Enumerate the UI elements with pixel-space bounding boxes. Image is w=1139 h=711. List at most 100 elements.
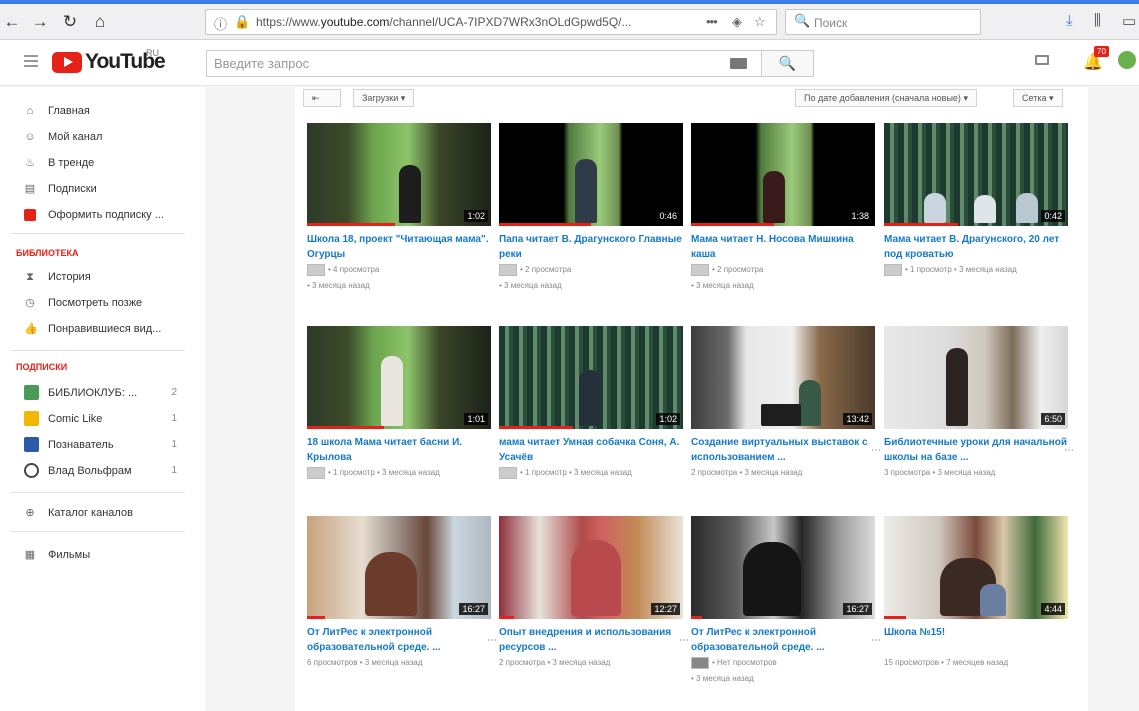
video-thumbnail[interactable]: 1:02 [499,326,683,429]
video-thumbnail[interactable]: 0:46 [499,123,683,226]
video-thumbnail[interactable]: 0:42 [884,123,1068,226]
sidebar-item-history[interactable]: ⧗ История [24,268,199,288]
view-dropdown[interactable]: Сетка ▾ [1013,89,1063,107]
video-title[interactable]: Папа читает В. Драгунского Главные реки [499,232,683,262]
back-icon[interactable]: ← [0,10,24,34]
video-title[interactable]: мама читает Умная собачка Соня, А. Усачё… [499,435,683,465]
sidebar-item-trending[interactable]: ♨ В тренде [24,154,199,174]
menu-icon[interactable] [24,55,38,67]
video-card[interactable]: 16:27 От ЛитРес к электронной образовате… [307,516,497,671]
video-thumbnail[interactable]: 1:02 [307,123,491,226]
video-card[interactable]: 0:42 Мама читает В. Драгунского, 20 лет … [884,123,1068,278]
video-card[interactable]: 1:01 18 школа Мама читает басни И. Крыло… [307,326,491,481]
video-meta-row: 2 просмотра • 3 месяца назад [691,468,803,477]
more-actions-icon[interactable]: ⋯ [871,635,881,646]
home-browser-icon[interactable]: ⌂ [88,10,112,34]
search-button[interactable]: 🔍 [762,50,814,77]
forward-icon[interactable]: → [28,10,52,34]
video-thumbnail[interactable]: 1:38 [691,123,875,226]
film-icon: ▦ [24,549,36,561]
video-thumbnail[interactable]: 13:42 [691,326,875,429]
video-thumbnail[interactable]: 6:50 [884,326,1068,429]
plus-circle-icon: ⊕ [25,507,35,519]
sidebar-item-liked[interactable]: 👍 Понравившиеся вид... [24,320,199,340]
video-views-row: • 2 просмотра [499,262,683,278]
channel-avatar [307,466,325,479]
video-title[interactable]: Школа №15! [884,625,1068,655]
lock-icon[interactable]: 🔒 [234,14,250,30]
clock-icon: ◷ [25,297,35,309]
page-actions-icon[interactable]: ••• [706,14,718,29]
video-card[interactable]: 1:02 Школа 18, проект "Читающая мама". О… [307,123,491,294]
channel-avatar [499,466,517,479]
video-thumbnail[interactable]: 16:27 [691,516,875,619]
sidebar-divider [10,531,185,532]
video-duration: 1:02 [464,210,488,222]
library-icon[interactable]: ⫼ [1094,12,1101,29]
video-title[interactable]: Библиотечные уроки для начальной школы н… [884,435,1068,465]
video-card[interactable]: 12:27 Опыт внедрения и использования рес… [499,516,689,671]
pocket-icon[interactable]: ◈ [732,14,742,30]
video-duration: 1:38 [848,210,872,222]
browser-search-icon: 🔍 [794,13,811,28]
channel-avatar [307,263,325,276]
video-thumbnail[interactable]: 1:01 [307,326,491,429]
sort-dropdown[interactable]: По дате добавления (сначала новые) ▾ [795,89,977,107]
sidebar-subscription-vlad[interactable]: Влад Вольфрам 1 [24,462,199,482]
video-title[interactable]: Мама читает Н. Носова Мишкина каша [691,232,875,262]
search-icon: 🔍 [778,55,797,71]
avatar[interactable] [1118,51,1136,69]
uploads-dropdown[interactable]: Загрузки ▾ [353,89,415,107]
video-card[interactable]: 13:42 Создание виртуальных выставок с ис… [691,326,881,481]
video-title[interactable]: Мама читает В. Драгунского, 20 лет под к… [884,232,1068,262]
video-duration: 13:42 [843,413,872,425]
sidebar-item-premium[interactable]: Оформить подписку ... [24,206,199,226]
search-input[interactable] [207,51,707,76]
address-bar[interactable]: ⓘ 🔒 https://www.youtube.com/channel/UCA-… [205,9,777,35]
video-title[interactable]: От ЛитРес к электронной образовательной … [691,625,875,655]
video-duration: 4:44 [1041,603,1065,615]
video-card[interactable]: 1:38 Мама читает Н. Носова Мишкина каша … [691,123,875,294]
watch-progress-bar [499,223,591,226]
video-card[interactable]: 1:02 мама читает Умная собачка Соня, А. … [499,326,683,481]
video-age-row: • 3 месяца назад [499,281,562,290]
more-actions-icon[interactable]: ⋯ [1064,445,1074,456]
video-title[interactable]: От ЛитРес к электронной образовательной … [307,625,491,655]
video-thumbnail[interactable]: 16:27 [307,516,491,619]
video-title[interactable]: Школа 18, проект "Читающая мама". Огурцы [307,232,491,262]
download-icon[interactable]: ⤓ [1066,12,1073,29]
video-title[interactable]: 18 школа Мама читает басни И. Крылова [307,435,491,465]
video-card[interactable]: 16:27 От ЛитРес к электронной образовате… [691,516,881,687]
watch-progress-bar [307,616,326,619]
video-thumbnail[interactable]: 12:27 [499,516,683,619]
keyboard-icon[interactable] [730,58,747,69]
more-actions-icon[interactable]: ⋯ [487,635,497,646]
video-card[interactable]: 6:50 Библиотечные уроки для начальной шк… [884,326,1074,481]
video-title[interactable]: Создание виртуальных выставок с использо… [691,435,875,465]
sidebar-subscription-comic-like[interactable]: Comic Like 1 [24,410,199,430]
sidebar-item-channel-catalog[interactable]: ⊕ Каталог каналов [24,504,199,524]
bookmark-star-icon[interactable]: ☆ [754,14,766,30]
channel-avatar [499,263,517,276]
reload-icon[interactable]: ↻ [58,10,82,34]
back-to-channel-button[interactable]: ⇤ [303,89,341,107]
more-actions-icon[interactable]: ⋯ [679,635,689,646]
browser-search-box[interactable]: 🔍 Поиск [785,9,981,35]
sidebar-subscription-poznavatel[interactable]: Познаватель 1 [24,436,199,456]
sidebar-item-subscriptions[interactable]: ▤ Подписки [24,180,199,200]
more-actions-icon[interactable]: ⋯ [871,445,881,456]
info-icon[interactable]: ⓘ [214,14,227,33]
video-thumbnail[interactable]: 4:44 [884,516,1068,619]
sidebar-toggle-icon[interactable]: ▭ [1122,12,1136,30]
sidebar-divider [10,492,185,493]
thumb-up-icon: 👍 [24,323,38,335]
video-card[interactable]: 0:46 Папа читает В. Драгунского Главные … [499,123,683,294]
sidebar-item-my-channel[interactable]: ☺ Мой канал [24,128,199,148]
video-title[interactable]: Опыт внедрения и использования ресурсов … [499,625,683,655]
sidebar-item-home[interactable]: ⌂ Главная [24,102,199,122]
video-card[interactable]: 4:44 Школа №15! 15 просмотров • 7 месяце… [884,516,1068,671]
sidebar-item-watch-later[interactable]: ◷ Посмотреть позже [24,294,199,314]
upload-video-icon[interactable] [1035,55,1049,65]
sidebar-item-movies[interactable]: ▦ Фильмы [24,546,199,566]
sidebar-subscription-biblioclub[interactable]: БИБЛИОКЛУБ: ... 2 [24,384,199,404]
